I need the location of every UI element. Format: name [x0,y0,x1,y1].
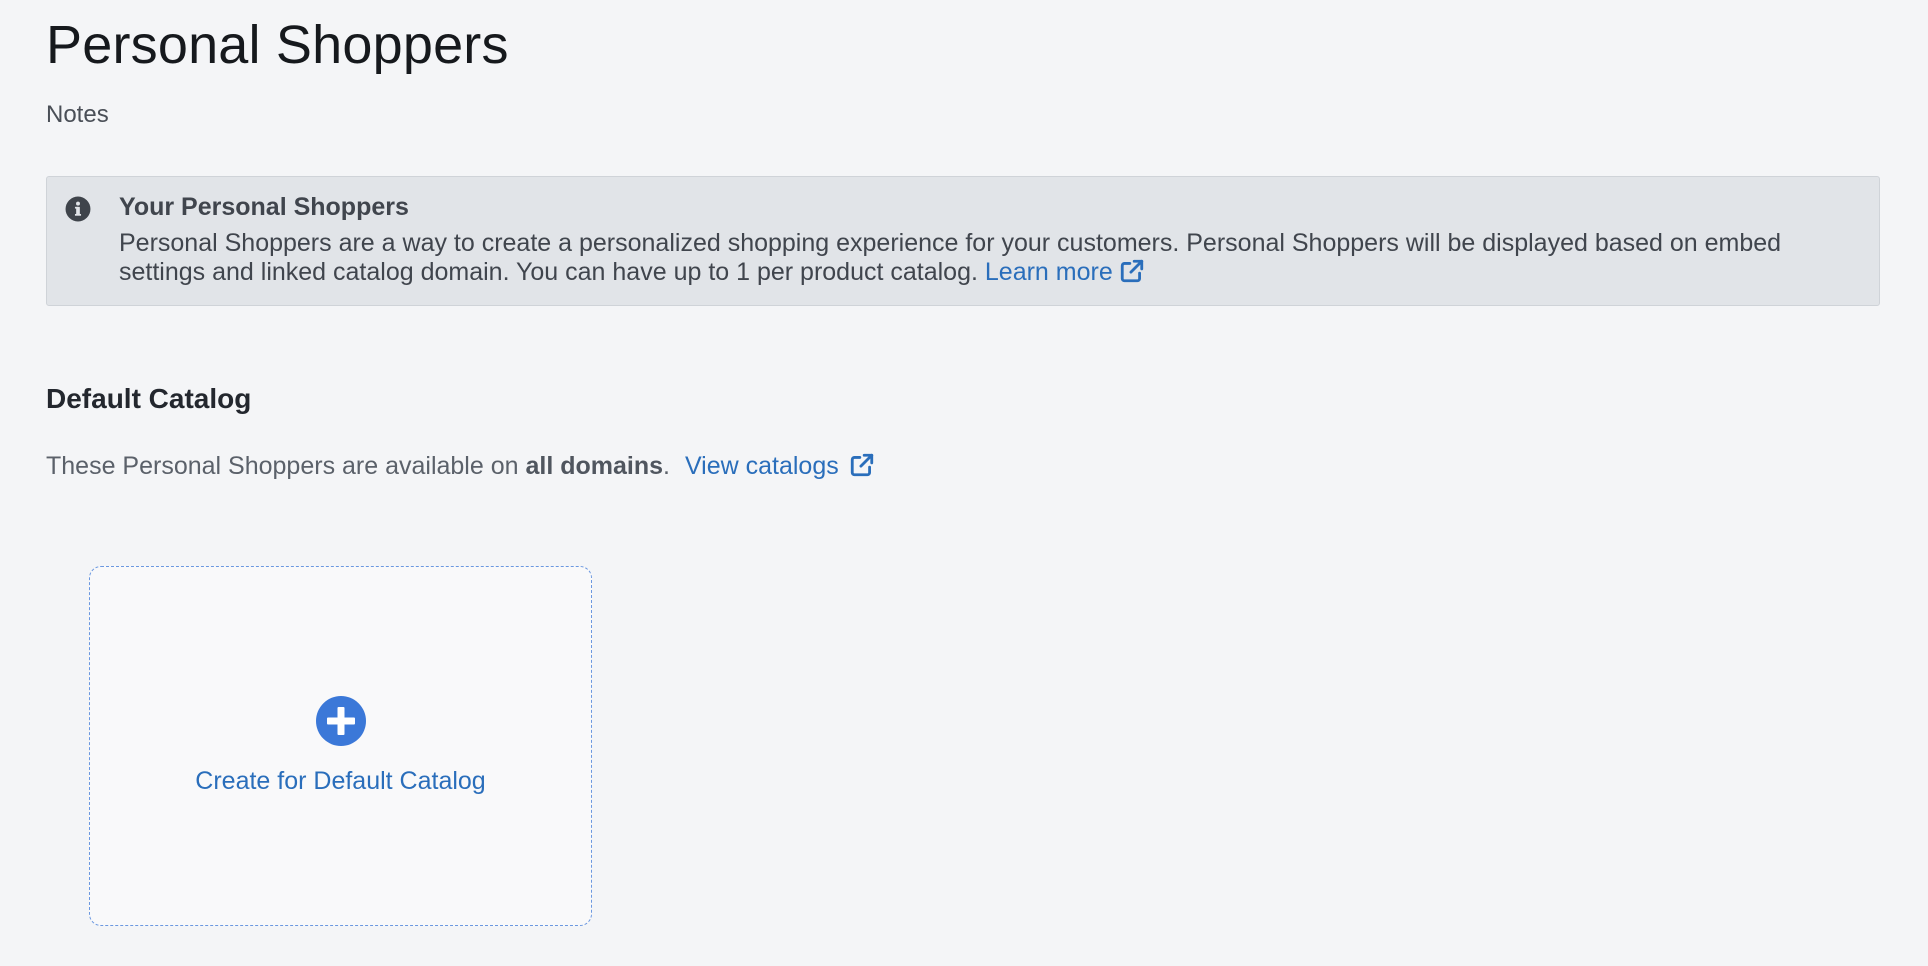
banner-body: Personal Shoppers are a way to create a … [119,229,1859,287]
info-circle-icon [65,196,91,222]
section-description: These Personal Shoppers are available on… [46,452,875,481]
view-catalogs-link[interactable]: View catalogs [685,452,875,480]
info-banner: Your Personal Shoppers Personal Shoppers… [46,176,1880,306]
external-link-icon [1120,259,1143,283]
learn-more-label: Learn more [984,258,1113,286]
plus-circle-icon [316,696,366,746]
view-catalogs-label: View catalogs [684,452,839,480]
banner-body-text: Personal Shoppers are a way to create a … [119,229,1782,286]
section-desc-suffix: . [663,452,670,480]
learn-more-link[interactable]: Learn more [985,258,1145,286]
section-desc-prefix: These Personal Shoppers are available on [46,452,519,480]
section-title: Default Catalog [46,383,252,414]
external-link-icon [850,453,873,477]
create-card-label: Create for Default Catalog [195,767,486,795]
create-personal-shopper-card[interactable]: Create for Default Catalog [89,566,592,926]
section-desc-strong: all domains [525,452,664,480]
page-title: Personal Shoppers [46,15,509,75]
banner-title: Your Personal Shoppers [119,193,409,221]
notes-link[interactable]: Notes [46,101,109,129]
